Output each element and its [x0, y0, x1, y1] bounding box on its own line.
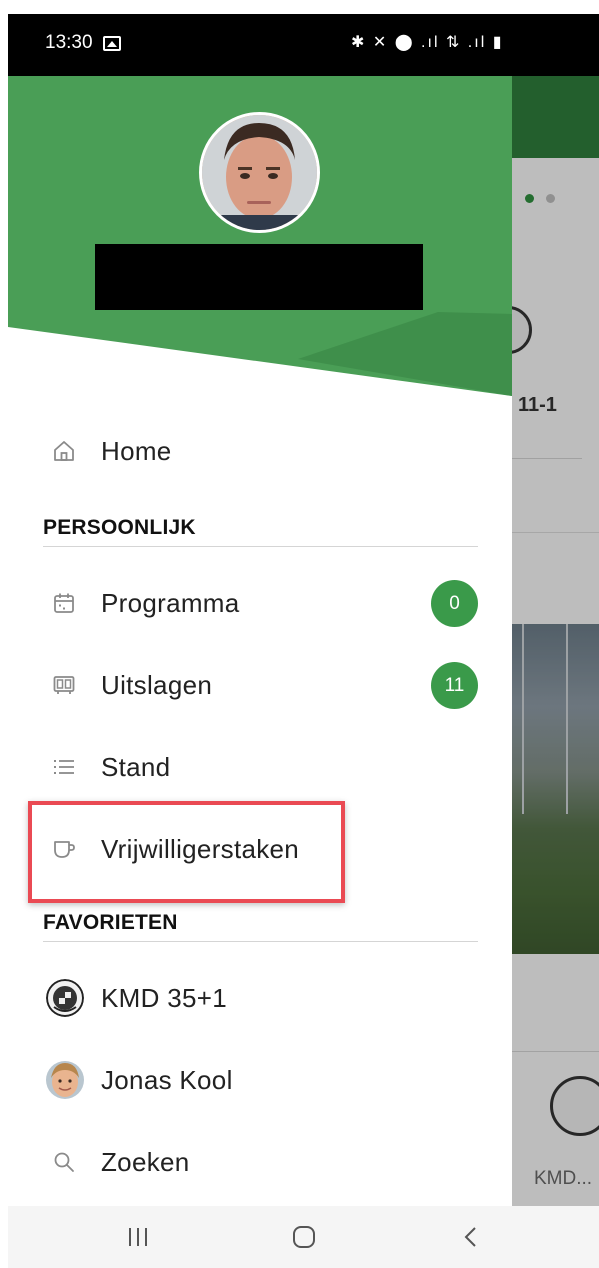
menu-item-label: Stand	[101, 752, 171, 782]
redacted-user-name	[95, 244, 423, 310]
section-title-personal: PERSOONLIJK	[43, 516, 196, 539]
recent-apps-icon	[129, 1228, 147, 1246]
menu-item-label: Home	[101, 436, 172, 466]
gallery-notification-icon	[103, 36, 121, 51]
recent-apps-button[interactable]	[88, 1206, 188, 1268]
menu-item-home[interactable]: Home	[8, 421, 512, 481]
menu-item-fav-team[interactable]: KMD 35+1	[8, 968, 512, 1028]
navigation-drawer: Home PERSOONLIJK Programma 0 Uitslagen 1…	[8, 76, 512, 1206]
highlight-annotation	[28, 801, 345, 903]
scrim-overlay[interactable]	[512, 76, 599, 1206]
person-avatar-icon	[46, 1061, 84, 1099]
search-icon	[54, 1152, 74, 1172]
back-chevron-icon	[464, 1227, 476, 1247]
menu-item-label: Zoeken	[101, 1147, 190, 1177]
calendar-icon	[54, 593, 74, 613]
menu-item-fav-person[interactable]: Jonas Kool	[8, 1050, 512, 1110]
home-button[interactable]	[254, 1206, 354, 1268]
home-circle-icon	[293, 1226, 315, 1248]
programma-count-badge: 0	[431, 580, 478, 627]
phone-screen: 13:30 ✱ ✕ ⬤ .ıl ⇅ .ıl ▮ 11-1 KMD... Home…	[8, 14, 599, 1268]
profile-photo	[202, 115, 317, 230]
section-divider	[43, 546, 478, 547]
status-time: 13:30	[45, 32, 93, 53]
uitslagen-count-badge: 11	[431, 662, 478, 709]
menu-item-label: KMD 35+1	[101, 983, 227, 1013]
status-bar: 13:30 ✱ ✕ ⬤ .ıl ⇅ .ıl ▮	[8, 14, 599, 76]
home-icon	[54, 441, 74, 461]
menu-item-zoeken[interactable]: Zoeken	[8, 1132, 512, 1192]
menu-item-label: Jonas Kool	[101, 1065, 233, 1095]
menu-item-uitslagen[interactable]: Uitslagen 11	[8, 655, 512, 715]
status-icons: ✱ ✕ ⬤ .ıl ⇅ .ıl ▮	[351, 34, 504, 51]
system-navigation-bar	[8, 1206, 599, 1268]
menu-item-stand[interactable]: Stand	[8, 737, 512, 797]
section-title-favorites: FAVORIETEN	[43, 911, 178, 934]
menu-item-programma[interactable]: Programma 0	[8, 573, 512, 633]
section-divider	[43, 941, 478, 942]
menu-item-label: Uitslagen	[101, 670, 213, 700]
back-button[interactable]	[420, 1206, 520, 1268]
menu-item-label: Programma	[101, 588, 240, 618]
profile-avatar[interactable]	[199, 112, 320, 233]
list-icon	[54, 760, 74, 774]
scoreboard-icon	[53, 676, 75, 694]
club-logo-icon	[46, 979, 84, 1017]
